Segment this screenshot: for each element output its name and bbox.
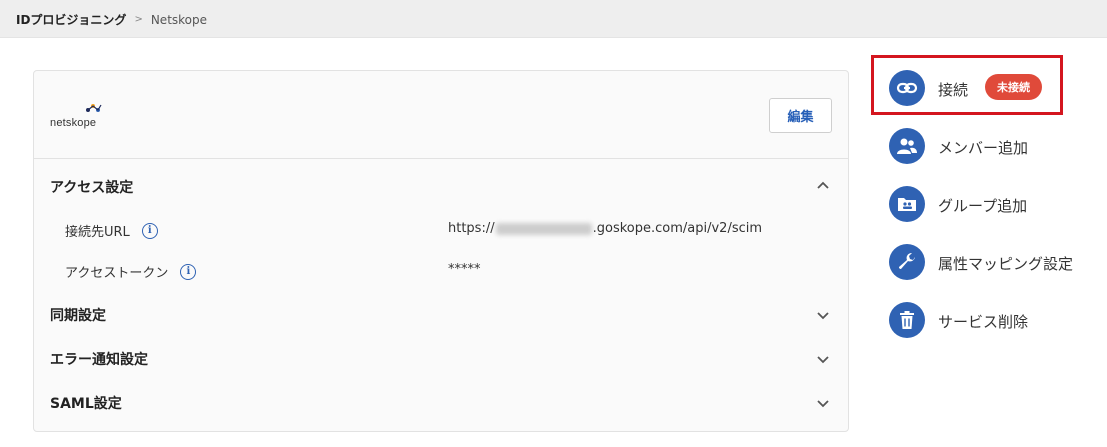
- logo-text: netskope: [50, 117, 97, 129]
- card-header: netskope 編集: [34, 71, 848, 159]
- attribute-mapping-label: 属性マッピング設定: [938, 255, 1074, 273]
- link-icon: [889, 70, 925, 106]
- token-label: アクセストークン: [65, 266, 169, 281]
- wrench-icon: [889, 244, 925, 280]
- chevron-up-icon[interactable]: [815, 178, 831, 194]
- breadcrumb-root-link[interactable]: IDプロビジョニング: [16, 11, 126, 28]
- people-icon: [889, 128, 925, 164]
- service-card: netskope 編集 アクセス設定 接続先URL i https:// .go…: [33, 70, 849, 432]
- access-token-row: アクセストークン i *****: [34, 258, 848, 282]
- connect-label: 接続: [938, 81, 969, 99]
- section-error-notify[interactable]: エラー通知設定: [34, 337, 848, 377]
- group-folder-icon: [889, 186, 925, 222]
- connect-action[interactable]: 接続 未接続: [886, 68, 1096, 108]
- edit-button[interactable]: 編集: [769, 98, 832, 133]
- url-suffix: .goskope.com/api/v2/scim: [592, 221, 763, 236]
- status-badge: 未接続: [985, 74, 1042, 100]
- add-group-action[interactable]: グループ追加: [886, 184, 1096, 224]
- delete-service-action[interactable]: サービス削除: [886, 300, 1096, 340]
- info-icon[interactable]: i: [141, 222, 158, 239]
- section-title-saml[interactable]: SAML設定: [50, 393, 122, 413]
- section-title-sync[interactable]: 同期設定: [50, 305, 106, 325]
- attribute-mapping-action[interactable]: 属性マッピング設定: [886, 242, 1096, 282]
- blurred-tenant-name: [495, 222, 592, 235]
- chevron-down-icon[interactable]: [815, 351, 831, 367]
- add-group-label: グループ追加: [938, 197, 1028, 215]
- add-member-label: メンバー追加: [938, 139, 1029, 157]
- delete-service-label: サービス削除: [938, 313, 1029, 331]
- netskope-logo: netskope: [50, 103, 110, 129]
- section-saml[interactable]: SAML設定: [34, 381, 848, 421]
- url-label: 接続先URL: [65, 225, 130, 240]
- token-value: *****: [448, 262, 481, 277]
- access-url-row: 接続先URL i https:// .goskope.com/api/v2/sc…: [34, 217, 848, 241]
- netskope-logo-mark: [86, 104, 102, 112]
- breadcrumb-separator: >: [134, 14, 143, 25]
- top-bar: IDプロビジョニング > Netskope: [0, 0, 1107, 38]
- url-value: https:// .goskope.com/api/v2/scim: [448, 221, 762, 236]
- section-sync[interactable]: 同期設定: [34, 293, 848, 333]
- section-title-error-notify[interactable]: エラー通知設定: [50, 349, 148, 369]
- trash-icon: [889, 302, 925, 338]
- info-icon[interactable]: i: [180, 263, 197, 280]
- breadcrumb: IDプロビジョニング > Netskope: [16, 11, 207, 28]
- chevron-down-icon[interactable]: [815, 307, 831, 323]
- breadcrumb-current: Netskope: [150, 12, 208, 27]
- section-title-access[interactable]: アクセス設定: [50, 177, 133, 197]
- url-prefix: https://: [448, 221, 495, 236]
- section-access: アクセス設定 接続先URL i https:// .goskope.com/ap…: [34, 159, 848, 289]
- chevron-down-icon[interactable]: [815, 395, 831, 411]
- add-member-action[interactable]: メンバー追加: [886, 126, 1096, 166]
